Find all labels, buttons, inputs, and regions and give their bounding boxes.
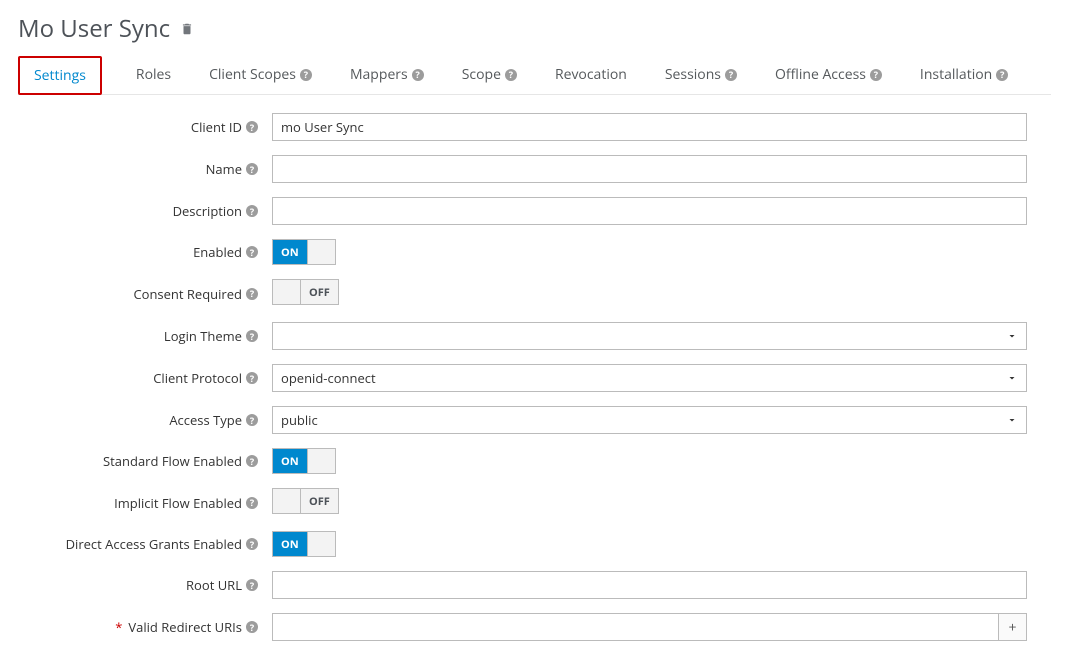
tab-revocation[interactable]: Revocation [551, 55, 631, 94]
valid-redirect-input[interactable] [272, 613, 999, 641]
help-icon[interactable]: ? [300, 69, 312, 81]
client-protocol-label: Client Protocol? [22, 369, 272, 387]
valid-redirect-label: *Valid Redirect URIs? [22, 618, 272, 636]
help-icon[interactable]: ? [246, 121, 258, 133]
login-theme-select[interactable] [272, 322, 1027, 350]
client-id-label: Client ID? [22, 118, 272, 136]
name-input[interactable] [272, 155, 1027, 183]
tab-installation[interactable]: Installation? [916, 55, 1012, 94]
help-icon[interactable]: ? [246, 372, 258, 384]
help-icon[interactable]: ? [246, 621, 258, 633]
help-icon[interactable]: ? [725, 69, 737, 81]
consent-required-toggle[interactable]: OFF [272, 279, 339, 305]
tab-settings[interactable]: Settings [18, 56, 102, 95]
tab-mappers[interactable]: Mappers? [346, 55, 428, 94]
implicit-flow-toggle[interactable]: OFF [272, 488, 339, 514]
help-icon[interactable]: ? [505, 69, 517, 81]
help-icon[interactable]: ? [246, 497, 258, 509]
page-title: Mo User Sync [18, 12, 170, 45]
login-theme-label: Login Theme? [22, 327, 272, 345]
tab-scope[interactable]: Scope? [458, 55, 521, 94]
help-icon[interactable]: ? [246, 288, 258, 300]
tab-offline-access[interactable]: Offline Access? [771, 55, 886, 94]
tab-client-scopes[interactable]: Client Scopes? [205, 55, 316, 94]
standard-flow-label: Standard Flow Enabled? [22, 452, 272, 470]
root-url-label: Root URL? [22, 576, 272, 594]
trash-icon[interactable] [180, 21, 194, 37]
tab-sessions[interactable]: Sessions? [661, 55, 741, 94]
help-icon[interactable]: ? [246, 579, 258, 591]
plus-icon: + [1008, 618, 1016, 637]
access-type-label: Access Type? [22, 411, 272, 429]
description-label: Description? [22, 202, 272, 220]
root-url-input[interactable] [272, 571, 1027, 599]
description-input[interactable] [272, 197, 1027, 225]
tabs-bar: Settings Roles Client Scopes? Mappers? Scope… [18, 55, 1051, 95]
client-protocol-select[interactable]: openid-connect [272, 364, 1027, 392]
name-label: Name? [22, 160, 272, 178]
help-icon[interactable]: ? [246, 246, 258, 258]
help-icon[interactable]: ? [246, 163, 258, 175]
client-id-input[interactable] [272, 113, 1027, 141]
help-icon[interactable]: ? [246, 538, 258, 550]
direct-access-label: Direct Access Grants Enabled? [22, 535, 272, 553]
help-icon[interactable]: ? [246, 455, 258, 467]
standard-flow-toggle[interactable]: ON [272, 448, 336, 474]
help-icon[interactable]: ? [412, 69, 424, 81]
enabled-label: Enabled? [22, 243, 272, 261]
help-icon[interactable]: ? [246, 330, 258, 342]
help-icon[interactable]: ? [996, 69, 1008, 81]
add-redirect-button[interactable]: + [999, 613, 1027, 641]
enabled-toggle[interactable]: ON [272, 239, 336, 265]
implicit-flow-label: Implicit Flow Enabled? [22, 494, 272, 512]
tab-roles[interactable]: Roles [132, 55, 175, 94]
page-header: Mo User Sync [18, 12, 1051, 45]
help-icon[interactable]: ? [870, 69, 882, 81]
direct-access-toggle[interactable]: ON [272, 531, 336, 557]
settings-form: Client ID? Name? Description? Enabled? O… [18, 113, 1051, 641]
consent-required-label: Consent Required? [22, 285, 272, 303]
help-icon[interactable]: ? [246, 205, 258, 217]
access-type-select[interactable]: public [272, 406, 1027, 434]
help-icon[interactable]: ? [246, 414, 258, 426]
